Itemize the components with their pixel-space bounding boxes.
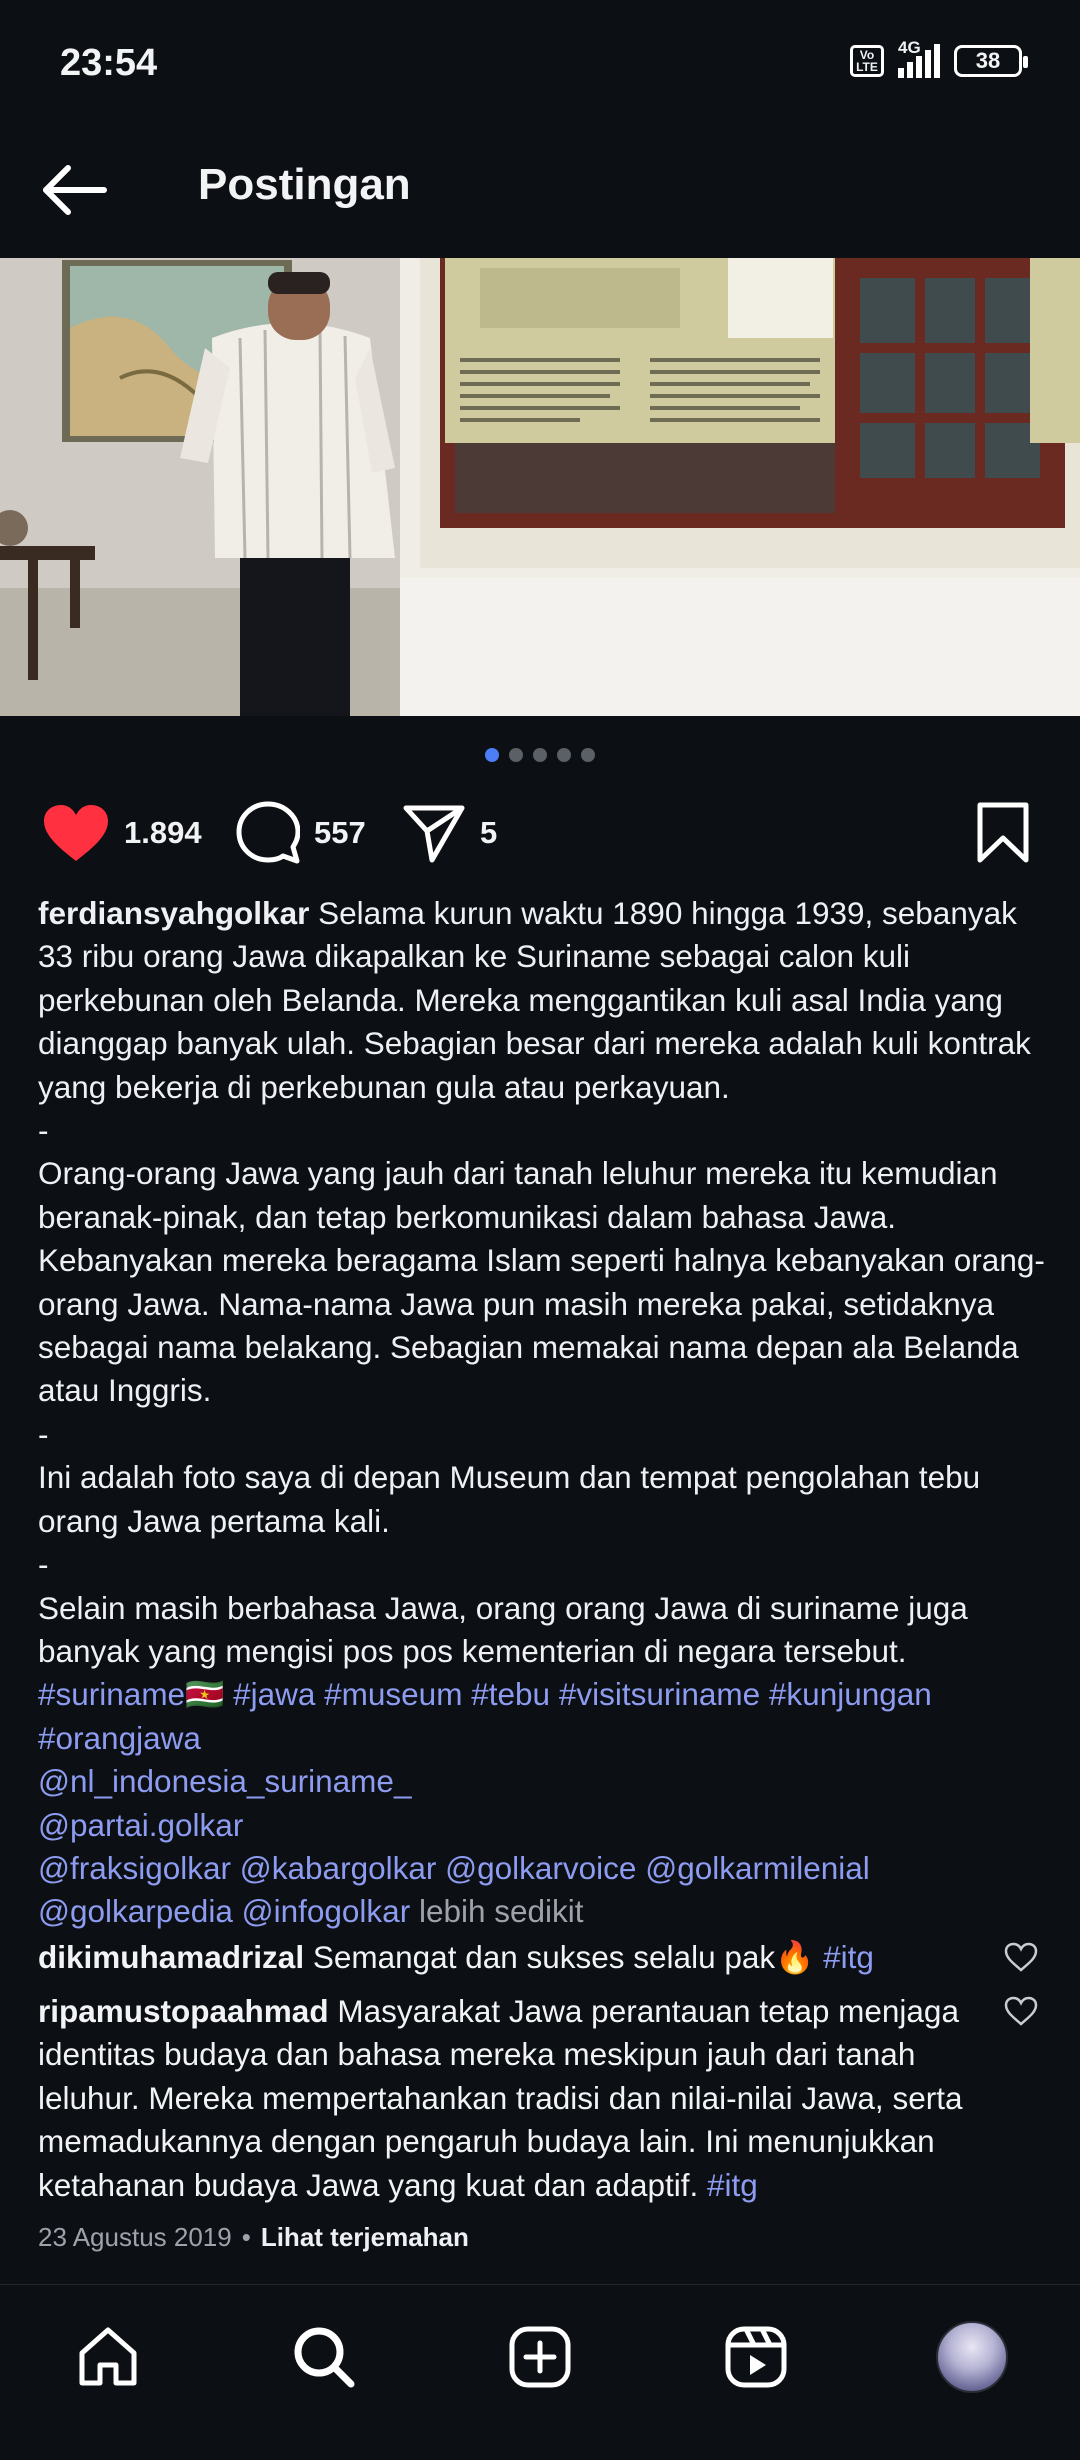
- nav-profile[interactable]: [936, 2321, 1008, 2393]
- comment-item: ripamustopaahmad Masyarakat Jawa peranta…: [38, 1990, 998, 2207]
- carousel-indicator: [0, 748, 1080, 762]
- status-time: 23:54: [60, 42, 158, 84]
- carousel-dot-active: [485, 748, 499, 762]
- nav-home[interactable]: [72, 2321, 144, 2393]
- caption-paragraph-4: Selain masih berbahasa Jawa, orang orang…: [38, 1589, 968, 1669]
- hashtag-link[interactable]: #museum: [324, 1676, 462, 1712]
- show-less-link[interactable]: lebih sedikit: [419, 1893, 584, 1929]
- status-bar: 23:54 Vo LTE 4G 38: [0, 0, 1080, 130]
- nav-search[interactable]: [288, 2321, 360, 2393]
- carousel-dot: [533, 748, 547, 762]
- heart-outline-icon[interactable]: [1004, 1996, 1038, 2026]
- create-icon: [509, 2326, 571, 2388]
- hashtag-link[interactable]: #orangjawa: [38, 1720, 201, 1756]
- header: Postingan: [0, 130, 1080, 258]
- mention-link[interactable]: @infogolkar: [242, 1893, 411, 1929]
- battery-icon: 38: [954, 45, 1028, 77]
- see-translation-link[interactable]: Lihat terjemahan: [261, 2222, 469, 2252]
- post-date-row: 23 Agustus 2019 • Lihat terjemahan: [38, 2222, 469, 2253]
- hashtag-link[interactable]: #jawa: [233, 1676, 315, 1712]
- network-type: 4G: [898, 38, 921, 57]
- mention-link[interactable]: @nl_indonesia_suriname_: [38, 1763, 411, 1799]
- signal-icon: 4G: [898, 38, 940, 78]
- caption-separator: -: [38, 1546, 49, 1583]
- heart-filled-icon: [44, 805, 108, 861]
- comment-count: 557: [314, 815, 366, 850]
- mention-link[interactable]: @fraksigolkar: [38, 1850, 231, 1886]
- post-photo: [0, 258, 1080, 716]
- bottom-nav: [0, 2284, 1080, 2460]
- comment-text: Semangat dan sukses selalu pak🔥: [312, 1939, 815, 1975]
- carousel-dot: [581, 748, 595, 762]
- share-count: 5: [480, 815, 498, 850]
- date-separator: •: [241, 2222, 251, 2252]
- status-icons: Vo LTE 4G 38: [850, 38, 1028, 78]
- hashtag-link[interactable]: #tebu: [471, 1676, 550, 1712]
- bookmark-icon: [977, 802, 1029, 863]
- caption-separator: -: [38, 1112, 49, 1149]
- like-count: 1.894: [124, 815, 202, 850]
- home-icon: [79, 2327, 137, 2386]
- post-caption: ferdiansyahgolkar Selama kurun waktu 189…: [38, 892, 1048, 1934]
- mention-link[interactable]: @golkarpedia: [38, 1893, 233, 1929]
- reels-icon: [725, 2326, 787, 2388]
- hashtag-link[interactable]: #suriname🇸🇷: [38, 1676, 224, 1712]
- mention-link[interactable]: @kabargolkar: [240, 1850, 437, 1886]
- heart-outline-icon[interactable]: [1004, 1942, 1038, 1972]
- hashtag-link[interactable]: #kunjungan: [769, 1676, 932, 1712]
- comment-button[interactable]: 557: [236, 798, 366, 868]
- nav-reels[interactable]: [720, 2321, 792, 2393]
- send-icon: [403, 805, 465, 863]
- volte-icon: Vo LTE: [850, 45, 884, 77]
- arrow-left-icon: [43, 165, 107, 215]
- nav-create[interactable]: [504, 2321, 576, 2393]
- hashtag-link[interactable]: #visitsuriname: [559, 1676, 760, 1712]
- comment-icon: [236, 801, 300, 864]
- comment-item: dikimuhamadrizal Semangat dan sukses sel…: [38, 1936, 998, 1979]
- hashtag-link[interactable]: #itg: [823, 1939, 874, 1975]
- post-date: 23 Agustus 2019: [38, 2222, 232, 2252]
- caption-paragraph-2: Orang-orang Jawa yang jauh dari tanah le…: [38, 1155, 1045, 1409]
- mention-link[interactable]: @partai.golkar: [38, 1807, 243, 1843]
- carousel-dot: [557, 748, 571, 762]
- mention-link[interactable]: @golkarvoice: [445, 1850, 636, 1886]
- caption-username[interactable]: ferdiansyahgolkar: [38, 895, 309, 931]
- caption-separator: -: [38, 1415, 49, 1452]
- share-button[interactable]: 5: [402, 798, 497, 868]
- caption-paragraph-3: Ini adalah foto saya di depan Museum dan…: [38, 1459, 981, 1539]
- post-image[interactable]: [0, 258, 1080, 716]
- carousel-dot: [509, 748, 523, 762]
- profile-avatar: [936, 2321, 1008, 2393]
- mention-link[interactable]: @golkarmilenial: [645, 1850, 870, 1886]
- save-button[interactable]: [976, 798, 1030, 868]
- back-button[interactable]: [40, 160, 110, 220]
- post-actions: 1.894 557 5: [0, 798, 1080, 868]
- search-icon: [294, 2327, 355, 2388]
- page-title: Postingan: [198, 160, 411, 209]
- comment-username[interactable]: dikimuhamadrizal: [38, 1939, 304, 1975]
- comment-username[interactable]: ripamustopaahmad: [38, 1993, 329, 2029]
- hashtag-link[interactable]: #itg: [707, 2167, 758, 2203]
- like-button[interactable]: 1.894: [42, 798, 202, 868]
